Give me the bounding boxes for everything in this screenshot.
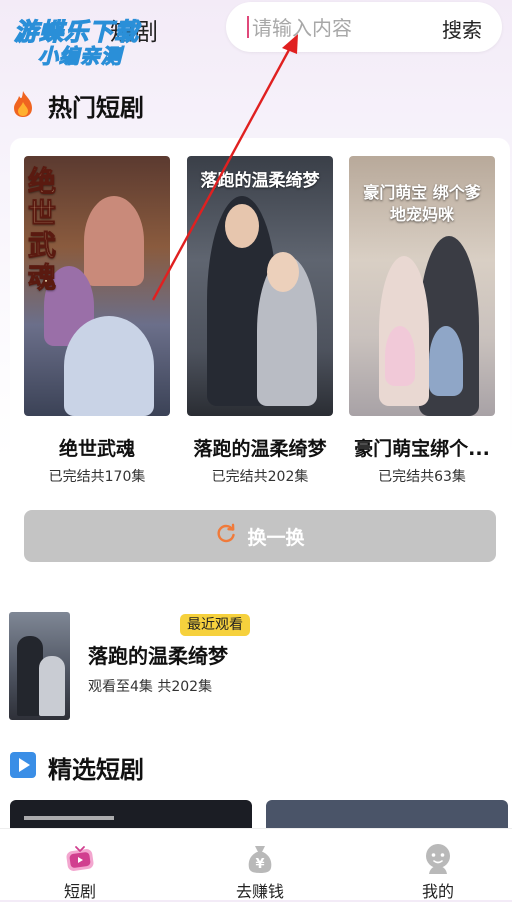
drama-meta-3: 已完结共63集 — [378, 469, 466, 485]
fire-icon — [10, 90, 36, 118]
money-bag-icon: ¥ — [244, 843, 276, 875]
watermark-logo: 游蝶乐下载 小编亲测 — [4, 6, 154, 68]
svg-text:¥: ¥ — [255, 857, 264, 872]
search-input[interactable] — [250, 12, 434, 44]
refresh-icon — [215, 523, 237, 549]
poster-title-1: 绝世武魂 — [28, 165, 57, 294]
nav-item-mine[interactable]: 我的 — [378, 829, 498, 901]
recent-watch-badge: 最近观看 — [180, 614, 250, 636]
drama-name-3[interactable]: 豪门萌宝绑个... — [347, 434, 497, 461]
search-button[interactable]: 搜索 — [442, 14, 482, 43]
featured-section-title: 精选短剧 — [48, 756, 144, 784]
watermark-line2: 小编亲测 — [37, 43, 122, 68]
nav-label-shorts: 短剧 — [63, 882, 96, 901]
recent-drama-thumbnail[interactable] — [9, 612, 70, 720]
tv-icon — [64, 843, 96, 875]
drama-name-2[interactable]: 落跑的温柔绮梦 — [185, 434, 335, 461]
search-bar[interactable]: 搜索 — [226, 2, 502, 52]
drama-meta-2: 已完结共202集 — [211, 469, 309, 485]
bottom-navigation: 短剧 ¥ 去赚钱 我的 — [0, 828, 512, 901]
drama-poster-2[interactable]: 落跑的温柔绮梦 — [187, 156, 333, 416]
refresh-button[interactable]: 换一换 — [24, 510, 496, 562]
drama-poster-1[interactable]: 绝世武魂 — [24, 156, 170, 416]
nav-item-earn[interactable]: ¥ 去赚钱 — [200, 829, 320, 901]
recent-drama-progress: 观看至4集 共202集 — [88, 679, 213, 695]
recent-drama-title[interactable]: 落跑的温柔绮梦 — [88, 640, 228, 669]
nav-label-mine: 我的 — [421, 882, 454, 901]
poster-title-2: 落跑的温柔绮梦 — [200, 171, 320, 191]
hot-dramas-card: 绝世武魂 绝世武魂 已完结共170集 落跑的温柔绮梦 落跑的温柔绮梦 已完结共2… — [10, 138, 510, 583]
hot-section-title: 热门短剧 — [48, 94, 144, 122]
profile-icon — [422, 843, 454, 875]
text-caret — [247, 16, 249, 38]
drama-name-1[interactable]: 绝世武魂 — [22, 434, 172, 461]
play-icon — [10, 752, 36, 778]
poster-title-3: 豪门萌宝 绑个爹地宠妈咪 — [363, 183, 481, 224]
drama-poster-3[interactable]: 豪门萌宝 绑个爹地宠妈咪 — [349, 156, 495, 416]
refresh-label: 换一换 — [247, 526, 305, 549]
drama-meta-1: 已完结共170集 — [48, 469, 146, 485]
nav-label-earn: 去赚钱 — [235, 882, 284, 901]
nav-item-shorts[interactable]: 短剧 — [20, 829, 140, 901]
